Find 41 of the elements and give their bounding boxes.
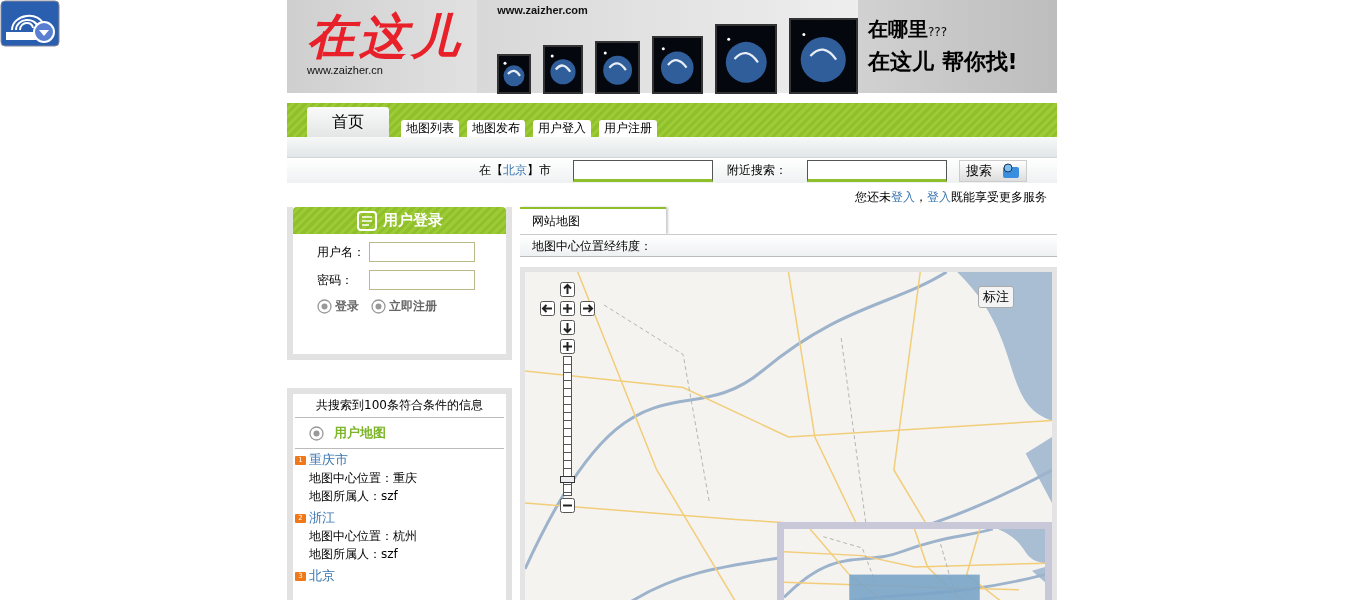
map-owner: 地图所属人：szf	[308, 546, 399, 563]
city-link[interactable]: 北京	[503, 163, 527, 177]
search-button[interactable]: 搜索	[959, 159, 1027, 182]
circle-icon	[317, 299, 332, 314]
nearby-search-field[interactable]	[807, 159, 947, 182]
keyword-field[interactable]	[573, 159, 713, 182]
circle-icon	[309, 425, 324, 441]
nav-tab[interactable]: 首页	[307, 107, 389, 137]
password-label: 密码：	[317, 271, 354, 289]
site-url: www.zaizher.com	[497, 4, 589, 16]
login-link[interactable]: 登入	[927, 190, 951, 204]
username-label: 用户名：	[317, 243, 363, 261]
nav-tab[interactable]: 用户注册	[599, 120, 657, 137]
city-selector: 在【北京】市	[479, 162, 551, 179]
map-center: 地图中心位置：杭州	[308, 528, 418, 545]
panel-title: 用户登录	[382, 211, 443, 230]
action-button[interactable]: 立即注册	[371, 298, 437, 315]
action-button[interactable]: 登录	[317, 298, 359, 315]
map-link[interactable]: 浙江	[309, 509, 335, 527]
map-tab[interactable]: 网站地图	[520, 207, 666, 234]
circle-icon	[371, 299, 386, 314]
list-icon	[356, 210, 377, 231]
nav-tab[interactable]: 地图发布	[467, 120, 525, 137]
map-link[interactable]: 北京	[309, 567, 335, 585]
map-link[interactable]: 重庆市	[309, 451, 348, 469]
results-summary: 共搜索到100条符合条件的信息	[295, 394, 504, 418]
password-field[interactable]	[369, 270, 475, 290]
section-heading: 用户地图	[334, 424, 386, 442]
nav-tab[interactable]: 地图列表	[401, 120, 459, 137]
login-hint: 您还未登入，登入既能享受更多服务	[855, 190, 1047, 204]
site-logo: 在这儿	[307, 8, 464, 64]
slogan-question: 在哪里???	[867, 16, 949, 43]
nav-tab[interactable]: 用户登入	[533, 120, 591, 137]
nearby-search-label: 附近搜索：	[727, 162, 787, 179]
map-owner: 地图所属人：szf	[308, 488, 399, 505]
logo-url: www.zaizher.cn	[307, 64, 384, 76]
slogan-answer: 在这儿 帮你找!	[867, 48, 1019, 76]
search-icon	[1002, 162, 1020, 179]
map-center: 地图中心位置：重庆	[308, 470, 418, 487]
username-field[interactable]	[369, 242, 475, 262]
login-link[interactable]: 登入	[891, 190, 915, 204]
